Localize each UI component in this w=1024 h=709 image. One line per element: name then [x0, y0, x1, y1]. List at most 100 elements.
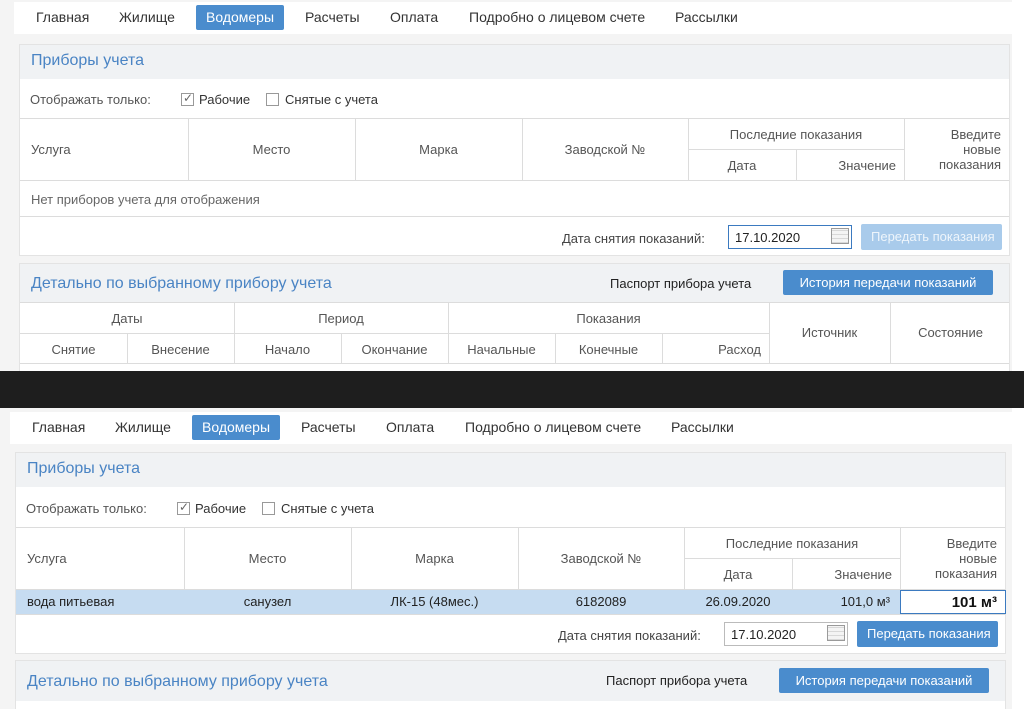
- col-place: Место: [248, 551, 287, 566]
- nav-mailings[interactable]: Рассылки: [665, 5, 748, 30]
- nav-water-meters[interactable]: Водомеры: [192, 415, 281, 440]
- detail-header-bottom: [20, 363, 1009, 364]
- passport-link[interactable]: Паспорт прибора учета: [610, 276, 751, 291]
- col-date: Дата: [723, 567, 753, 582]
- col-entry: Внесение: [151, 342, 210, 357]
- col-value: Значение: [834, 567, 892, 582]
- row-date: 26.09.2020: [705, 594, 771, 609]
- filter-working-label[interactable]: Рабочие: [195, 501, 246, 516]
- filter-working-checkbox[interactable]: [181, 91, 194, 106]
- window-edge: [1012, 0, 1024, 371]
- col-start: Начало: [264, 342, 311, 357]
- col-serial: Заводской №: [560, 551, 642, 566]
- col-date: Дата: [727, 158, 757, 173]
- col-enter-new: Введите новые показания: [904, 127, 1001, 172]
- submit-readings-button[interactable]: Передать показания: [861, 224, 1002, 250]
- table-top-border: [16, 527, 1005, 528]
- detail-panel: Детально по выбранному прибору учета Пас…: [19, 263, 1010, 371]
- row-place: санузел: [243, 594, 292, 609]
- col-place: Место: [252, 142, 291, 157]
- meters-panel-title: Приборы учета: [27, 460, 140, 477]
- row-brand: ЛК-15 (48мес.): [390, 594, 479, 609]
- table-bottom-border: [16, 614, 1005, 615]
- meters-panel-title: Приборы учета: [31, 52, 144, 69]
- nav-housing[interactable]: Жилище: [109, 5, 185, 30]
- nav-housing[interactable]: Жилище: [105, 415, 181, 440]
- passport-link[interactable]: Паспорт прибора учета: [606, 673, 747, 688]
- submit-readings-button[interactable]: Передать показания: [857, 621, 998, 647]
- main-nav: Главная Жилище Водомеры Расчеты Оплата П…: [14, 2, 1016, 34]
- empty-message: Нет приборов учета для отображения: [31, 192, 260, 207]
- meters-panel: Приборы учета Отображать только: Рабочие…: [15, 452, 1006, 654]
- col-end: Окончание: [361, 342, 428, 357]
- col-initial: Начальные: [467, 342, 536, 357]
- col-consumption: Расход: [718, 342, 761, 357]
- history-button[interactable]: История передачи показаний: [783, 270, 993, 295]
- col-enter-new-line3: показания: [935, 566, 997, 581]
- col-enter-new-line3: показания: [939, 157, 1001, 172]
- main-nav: Главная Жилище Водомеры Расчеты Оплата П…: [10, 412, 1012, 444]
- detail-panel-header: Детально по выбранному прибору учета Пас…: [16, 661, 1005, 701]
- nav-calculations[interactable]: Расчеты: [295, 5, 370, 30]
- detail-table-top: [20, 302, 1009, 303]
- table-bottom-border: [20, 216, 1009, 217]
- col-status: Состояние: [918, 325, 983, 340]
- col-enter-new-line1: Введите: [946, 536, 997, 551]
- reading-date-label: Дата снятия показаний:: [558, 628, 701, 643]
- col-dates: Даты: [111, 311, 143, 326]
- screenshot-divider: [0, 371, 1024, 408]
- col-enter-new-line1: Введите: [950, 127, 1001, 142]
- calendar-icon[interactable]: [831, 228, 849, 244]
- table-row[interactable]: вода питьевая санузел ЛК-15 (48мес.) 618…: [16, 590, 1006, 614]
- calendar-icon[interactable]: [827, 625, 845, 641]
- screenshot-after: Главная Жилище Водомеры Расчеты Оплата П…: [0, 408, 1024, 709]
- filter-working-label[interactable]: Рабочие: [199, 92, 250, 107]
- col-final: Конечные: [578, 342, 639, 357]
- detail-panel: Детально по выбранному прибору учета Пас…: [15, 660, 1006, 709]
- history-button[interactable]: История передачи показаний: [779, 668, 989, 693]
- filter-removed-label[interactable]: Снятые с учета: [285, 92, 378, 107]
- nav-water-meters[interactable]: Водомеры: [196, 5, 285, 30]
- col-enter-new-line2: новые: [963, 142, 1001, 157]
- header-bottom-border: [20, 180, 1009, 181]
- col-brand: Марка: [415, 551, 454, 566]
- nav-home[interactable]: Главная: [22, 415, 95, 440]
- filter-working-checkbox[interactable]: [177, 500, 190, 515]
- new-reading-input[interactable]: 101 м³: [900, 590, 1006, 614]
- col-enter-new-line2: новые: [959, 551, 997, 566]
- nav-mailings[interactable]: Рассылки: [661, 415, 744, 440]
- col-last-readings: Последние показания: [729, 127, 863, 142]
- meters-panel-header: Приборы учета: [20, 45, 1009, 79]
- col-period: Период: [318, 311, 364, 326]
- col-service: Услуга: [31, 142, 71, 157]
- nav-account-details[interactable]: Подробно о лицевом счете: [455, 415, 651, 440]
- window-edge: [1012, 408, 1024, 709]
- nav-payment[interactable]: Оплата: [380, 5, 448, 30]
- col-brand: Марка: [419, 142, 458, 157]
- filter-removed-label[interactable]: Снятые с учета: [281, 501, 374, 516]
- detail-panel-header: Детально по выбранному прибору учета Пас…: [20, 264, 1009, 302]
- col-source: Источник: [801, 325, 858, 340]
- meters-panel: Приборы учета Отображать только: Рабочие…: [19, 44, 1010, 256]
- col-enter-new: Введите новые показания: [900, 536, 997, 581]
- meters-panel-header: Приборы учета: [16, 453, 1005, 487]
- nav-home[interactable]: Главная: [26, 5, 99, 30]
- row-service: вода питьевая: [27, 594, 115, 609]
- filter-removed-checkbox[interactable]: [262, 502, 275, 515]
- col-readings: Показания: [576, 311, 641, 326]
- subheader-border: [20, 333, 769, 334]
- col-value: Значение: [838, 158, 896, 173]
- detail-panel-title: Детально по выбранному прибору учета: [31, 275, 332, 292]
- filter-label: Отображать только:: [30, 92, 151, 107]
- col-service: Услуга: [27, 551, 67, 566]
- col-last-readings: Последние показания: [725, 536, 859, 551]
- row-serial: 6182089: [575, 594, 627, 609]
- col-removal: Снятие: [51, 342, 96, 357]
- row-value: 101,0 м³: [840, 594, 890, 609]
- nav-calculations[interactable]: Расчеты: [291, 415, 366, 440]
- filter-removed-checkbox[interactable]: [266, 93, 279, 106]
- col-serial: Заводской №: [564, 142, 646, 157]
- nav-account-details[interactable]: Подробно о лицевом счете: [459, 5, 655, 30]
- nav-payment[interactable]: Оплата: [376, 415, 444, 440]
- table-top-border: [20, 118, 1009, 119]
